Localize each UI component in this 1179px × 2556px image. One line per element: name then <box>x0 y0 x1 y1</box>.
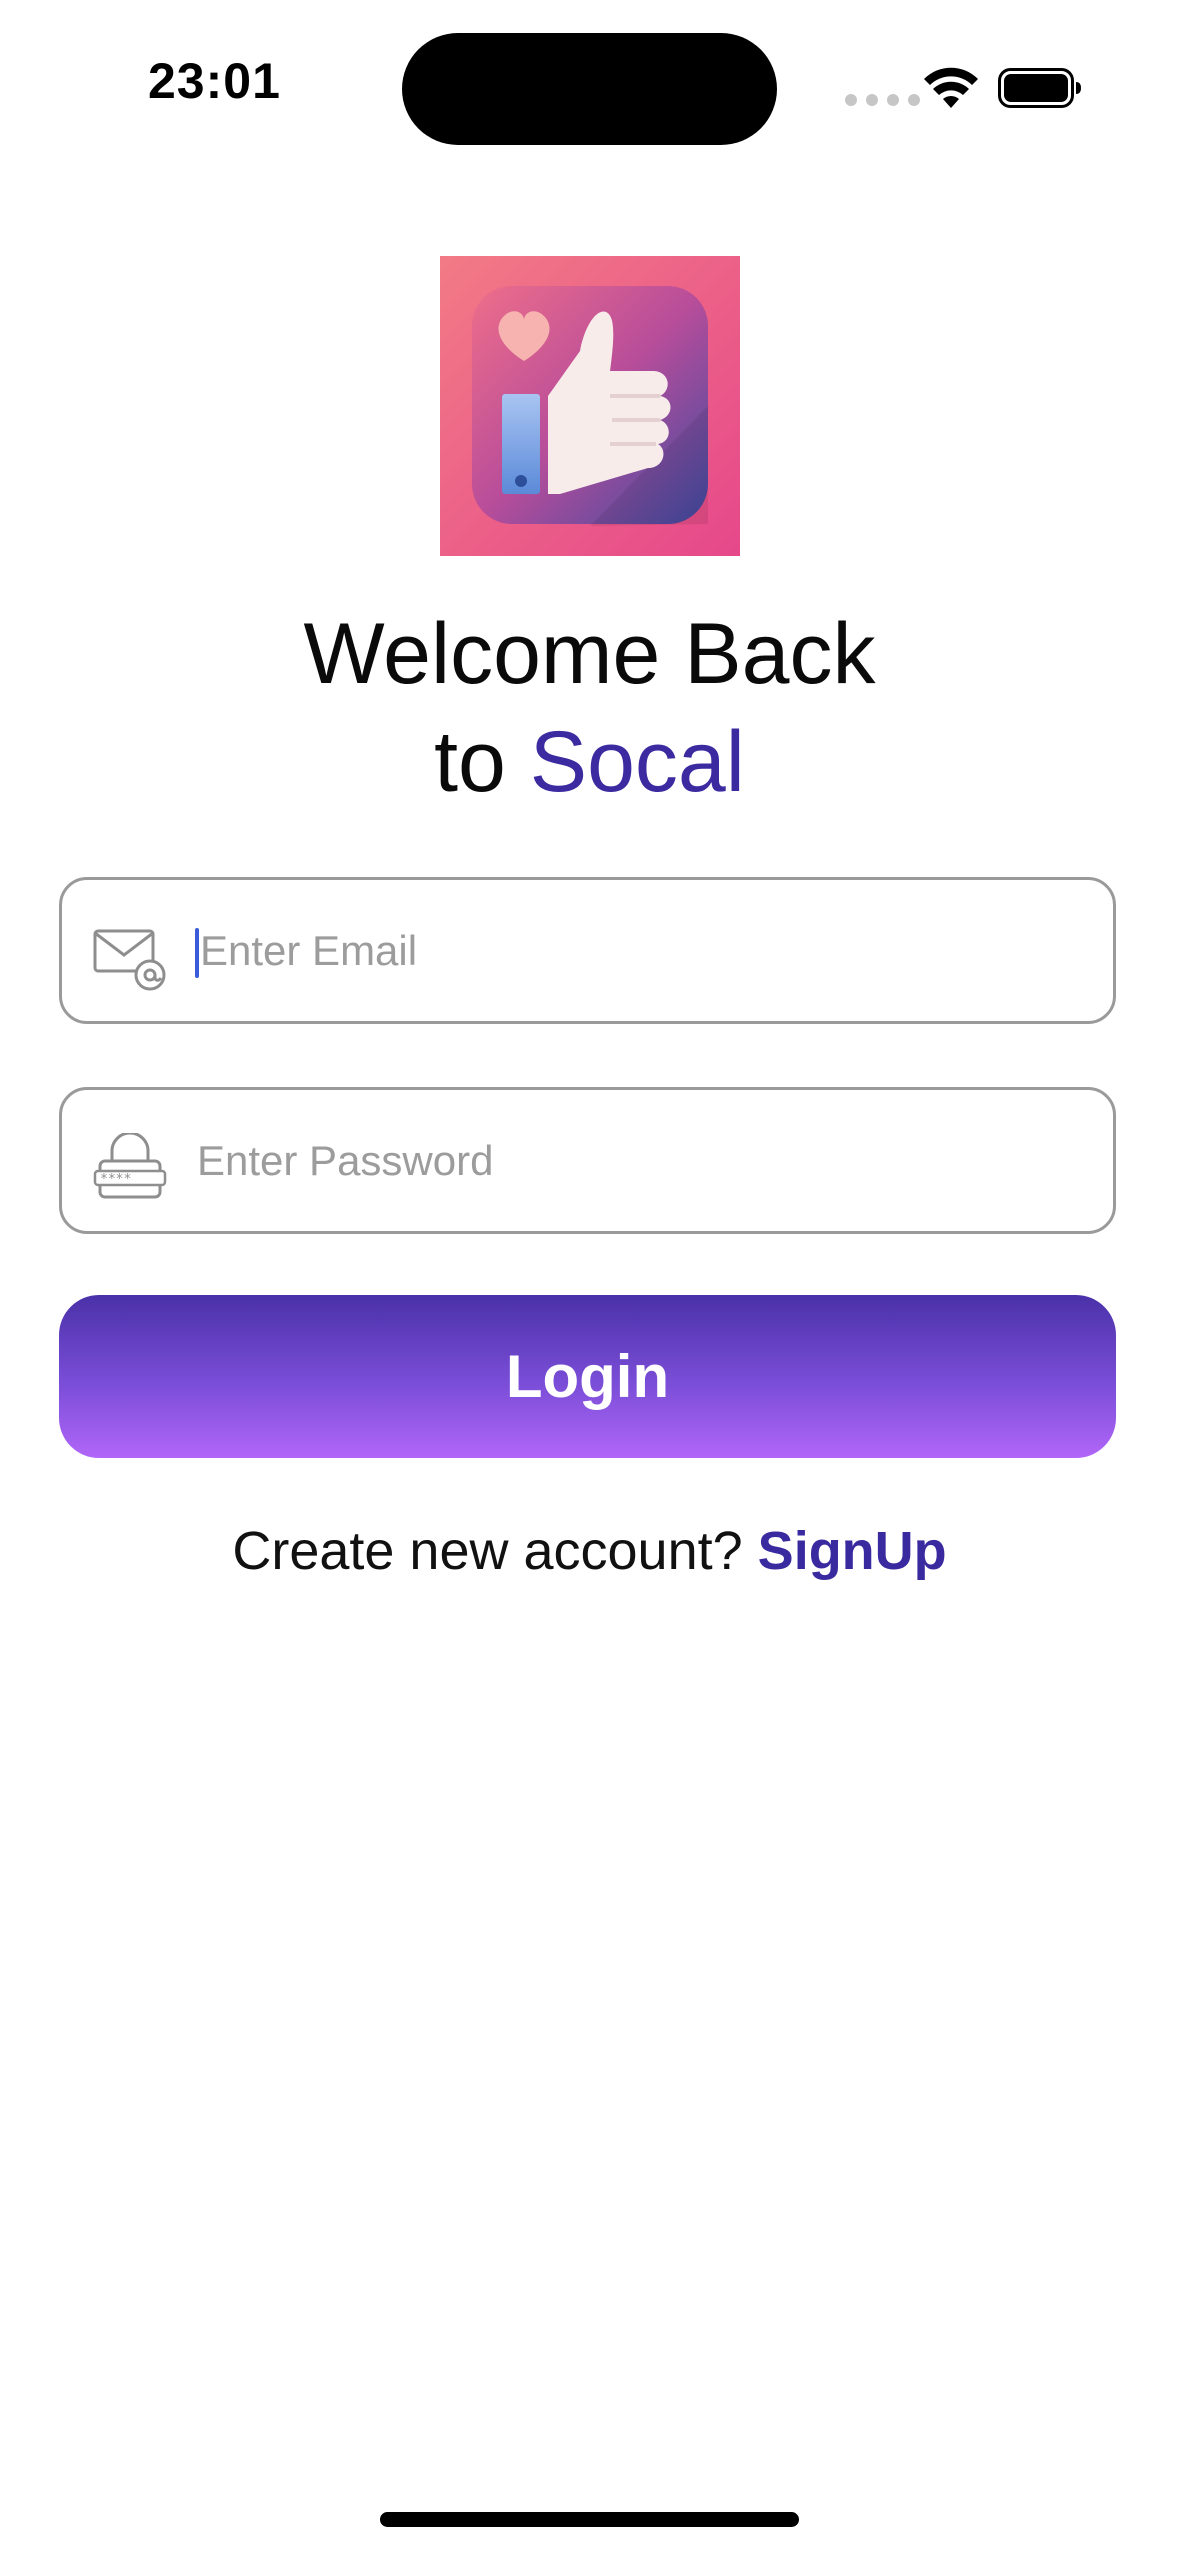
home-indicator[interactable] <box>380 2512 799 2527</box>
welcome-title-prefix: to <box>434 714 530 810</box>
signup-prompt-line: Create new account? SignUp <box>0 1515 1179 1587</box>
welcome-title-line1: Welcome Back <box>303 606 876 702</box>
email-field[interactable]: Enter Email <box>59 877 1116 1024</box>
password-placeholder: Enter Password <box>197 1137 494 1184</box>
wifi-icon <box>924 67 978 108</box>
brand-name: Socal <box>529 714 745 810</box>
login-button[interactable]: Login <box>59 1295 1116 1458</box>
welcome-title: Welcome Back to Socal <box>0 600 1179 816</box>
padlock-password-icon: ****_ <box>93 1133 167 1199</box>
battery-icon <box>998 68 1081 108</box>
password-field[interactable]: ****_ Enter Password <box>59 1087 1116 1234</box>
welcome-title-line2: to Socal <box>0 708 1179 816</box>
signup-prompt: Create new account? <box>232 1521 758 1581</box>
cellular-signal-icon <box>845 94 920 106</box>
status-time: 23:01 <box>148 53 281 109</box>
thumbs-up-heart-app-icon <box>440 256 740 556</box>
signup-link[interactable]: SignUp <box>758 1521 947 1581</box>
envelope-at-icon <box>93 929 166 991</box>
text-cursor <box>195 928 199 978</box>
svg-text:****_: ****_ <box>100 1172 139 1187</box>
dynamic-island <box>402 33 777 145</box>
email-placeholder: Enter Email <box>200 927 418 974</box>
